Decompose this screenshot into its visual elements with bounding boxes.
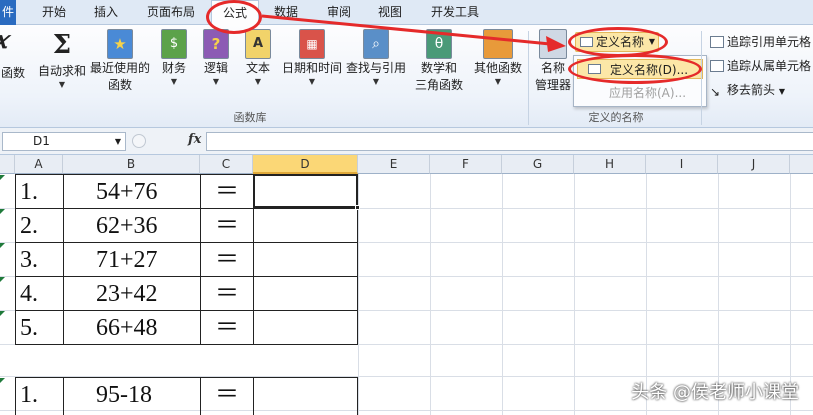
cell-b5[interactable]: 66+48 <box>96 312 158 346</box>
table-border-line <box>63 174 64 345</box>
column-header-i[interactable]: I <box>646 155 718 174</box>
table-border-line <box>63 377 64 415</box>
cell-c3[interactable]: ＝ <box>215 244 239 278</box>
cell-b1[interactable]: 54+76 <box>96 176 158 210</box>
gridline <box>358 174 359 415</box>
table-border-line <box>200 174 201 345</box>
cell-a5[interactable]: 5. <box>20 312 38 346</box>
fill-handle[interactable] <box>355 205 360 210</box>
column-header-b[interactable]: B <box>63 155 200 174</box>
table-border-block-2 <box>15 377 358 415</box>
column-header-j[interactable]: J <box>718 155 790 174</box>
column-header-k[interactable] <box>790 155 813 174</box>
cell-b3[interactable]: 71+27 <box>96 244 158 278</box>
error-indicator <box>0 311 5 316</box>
active-cell-d1[interactable] <box>253 174 358 208</box>
column-header-a[interactable]: A <box>15 155 63 174</box>
table-border-line <box>15 208 358 209</box>
table-border-line <box>253 377 254 415</box>
insert-function-fx-icon[interactable]: fx <box>188 132 201 147</box>
column-header-g[interactable]: G <box>502 155 574 174</box>
name-box[interactable]: D1 ▼ <box>2 132 126 151</box>
table-border-line <box>15 276 358 277</box>
error-indicator <box>0 175 5 180</box>
gridline <box>430 174 431 415</box>
table-border-line <box>15 310 358 311</box>
cell-b2[interactable]: 62+36 <box>96 210 158 244</box>
cell-a1[interactable]: 1. <box>20 176 38 210</box>
chevron-down-icon: ▼ <box>114 137 121 146</box>
formula-bar-resize-handle[interactable] <box>132 134 146 148</box>
error-indicator <box>0 378 5 383</box>
column-header-h[interactable]: H <box>574 155 646 174</box>
gridline <box>502 174 503 415</box>
error-indicator <box>0 243 5 248</box>
table-border-line <box>15 242 358 243</box>
cell-b7[interactable]: 95-18 <box>96 379 152 413</box>
column-header-d[interactable]: D <box>253 155 358 174</box>
select-all-corner[interactable] <box>0 155 15 174</box>
cell-c2[interactable]: ＝ <box>215 210 239 244</box>
cell-a2[interactable]: 2. <box>20 210 38 244</box>
cell-a7[interactable]: 1. <box>20 379 38 413</box>
gridline <box>574 174 575 415</box>
error-indicator <box>0 277 5 282</box>
watermark: 头条 @侯老师小课堂 <box>631 382 799 403</box>
formula-input[interactable] <box>206 132 813 151</box>
column-header-f[interactable]: F <box>430 155 502 174</box>
cell-c1[interactable]: ＝ <box>215 176 239 210</box>
cell-c5[interactable]: ＝ <box>215 312 239 346</box>
column-header-c[interactable]: C <box>200 155 253 174</box>
cell-a3[interactable]: 3. <box>20 244 38 278</box>
error-indicator <box>0 209 5 214</box>
cell-b4[interactable]: 23+42 <box>96 278 158 312</box>
formula-bar: D1 ▼ fx <box>0 128 813 155</box>
column-header-e[interactable]: E <box>358 155 430 174</box>
cell-c4[interactable]: ＝ <box>215 278 239 312</box>
annotation-arrow <box>261 14 566 52</box>
cell-a4[interactable]: 4. <box>20 278 38 312</box>
table-border-line <box>200 377 201 415</box>
cell-c7[interactable]: ＝ <box>215 379 239 413</box>
name-box-value: D1 <box>33 134 50 148</box>
